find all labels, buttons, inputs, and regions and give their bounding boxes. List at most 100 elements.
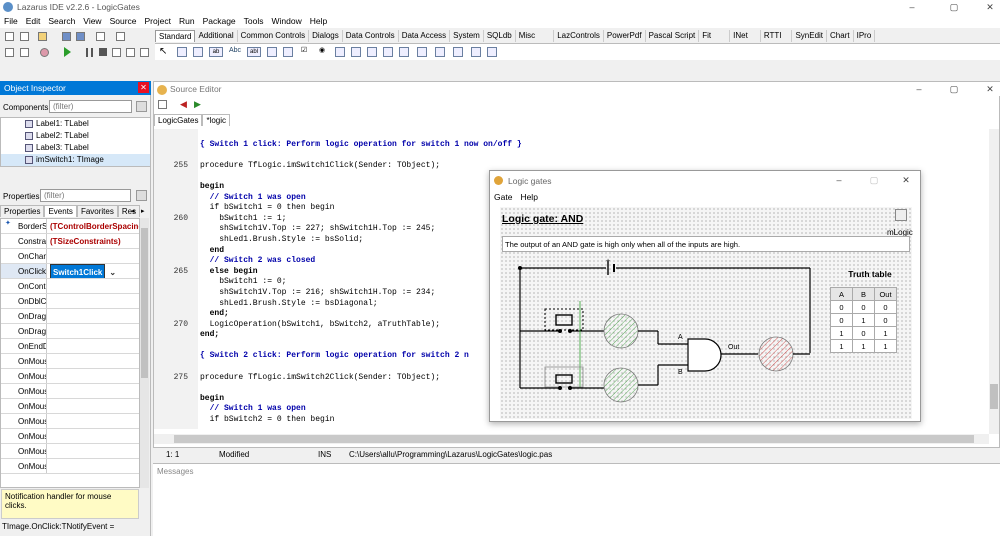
menu-gate[interactable]: Gate xyxy=(494,192,512,202)
event-value[interactable] xyxy=(47,324,139,338)
palette-tab-standard[interactable]: Standard xyxy=(155,30,196,42)
menu-help[interactable]: Help xyxy=(520,192,537,202)
list-box-icon[interactable] xyxy=(335,47,345,57)
components-filter-input[interactable]: (filter) xyxy=(49,100,132,113)
menu-window[interactable]: Window xyxy=(268,15,306,28)
palette-tab-synedit[interactable]: SynEdit xyxy=(792,30,828,42)
event-value[interactable] xyxy=(47,369,139,383)
menu-run[interactable]: Run xyxy=(175,15,199,28)
event-value[interactable] xyxy=(47,249,139,263)
close-button[interactable]: ✕ xyxy=(983,83,997,95)
open-icon[interactable] xyxy=(38,32,47,41)
palette-tab-fit[interactable]: Fit xyxy=(699,30,731,42)
event-row[interactable]: OnDragDrop xyxy=(1,309,139,324)
new-file-icon[interactable] xyxy=(5,32,14,41)
event-row[interactable]: OnMouseLeave xyxy=(1,384,139,399)
event-row[interactable]: OnDblClick xyxy=(1,294,139,309)
mainmenu-component-icon[interactable] xyxy=(895,209,907,221)
palette-tab-data-controls[interactable]: Data Controls xyxy=(343,30,399,42)
menu-edit[interactable]: Edit xyxy=(22,15,45,28)
group-box-icon[interactable] xyxy=(383,47,393,57)
step-over-icon[interactable] xyxy=(126,48,135,57)
event-row[interactable]: OnMouseWheelDown xyxy=(1,444,139,459)
checkgroup-icon[interactable] xyxy=(417,47,427,57)
toggle-box-icon[interactable] xyxy=(283,47,293,57)
jump-list-icon[interactable] xyxy=(158,100,167,109)
palette-tab-powerpdf[interactable]: PowerPdf xyxy=(604,30,646,42)
view-units-icon[interactable] xyxy=(116,32,125,41)
scroll-bar-icon[interactable] xyxy=(367,47,377,57)
forward-icon[interactable]: ▶ xyxy=(194,99,201,110)
event-row[interactable]: OnMouseMove xyxy=(1,399,139,414)
tab-properties[interactable]: Properties xyxy=(0,205,45,217)
menu-source[interactable]: Source xyxy=(106,15,141,28)
event-row[interactable]: OnMouseDown xyxy=(1,354,139,369)
menu-project[interactable]: Project xyxy=(141,15,175,28)
palette-tab-system[interactable]: System xyxy=(450,30,484,42)
event-value[interactable] xyxy=(47,339,139,353)
static-text-icon[interactable] xyxy=(487,47,497,57)
view-forms-icon[interactable] xyxy=(5,48,14,57)
tree-item-imswitch1[interactable]: imSwitch1: TImage xyxy=(1,154,150,166)
event-row[interactable]: OnMouseWheel xyxy=(1,429,139,444)
event-row[interactable]: OnDragOver xyxy=(1,324,139,339)
properties-filter-input[interactable]: (filter) xyxy=(40,189,131,202)
chevron-down-icon[interactable]: ⌄ xyxy=(109,268,116,277)
event-value[interactable] xyxy=(47,414,139,428)
event-row[interactable]: OnEndDrag xyxy=(1,339,139,354)
step-into-icon[interactable] xyxy=(112,48,121,57)
new-form-icon[interactable] xyxy=(20,32,29,41)
run-icon[interactable] xyxy=(64,47,71,57)
pause-icon[interactable] xyxy=(86,48,93,57)
tree-item-label3[interactable]: Label3: TLabel xyxy=(1,142,150,154)
toggle-form-icon[interactable] xyxy=(96,32,105,41)
tab-restricted[interactable]: Res xyxy=(117,205,141,217)
close-icon[interactable]: ✕ xyxy=(138,82,149,93)
minimize-button[interactable]: – xyxy=(912,83,926,95)
event-row[interactable]: OnMouseWheelUp xyxy=(1,459,139,474)
event-value[interactable] xyxy=(47,429,139,443)
minimize-button[interactable]: – xyxy=(832,174,846,186)
grid-scrollbar[interactable] xyxy=(140,218,149,488)
event-value[interactable] xyxy=(47,354,139,368)
back-icon[interactable]: ◀ xyxy=(180,99,187,110)
menu-view[interactable]: View xyxy=(79,15,105,28)
filter-clear-icon[interactable] xyxy=(136,190,147,201)
event-value[interactable] xyxy=(47,444,139,458)
event-row[interactable]: OnMouseEnter xyxy=(1,369,139,384)
event-value[interactable] xyxy=(47,459,139,473)
palette-tab-pascal-script[interactable]: Pascal Script xyxy=(646,30,700,42)
event-row[interactable]: OnChangeBounds xyxy=(1,249,139,264)
palette-tab-data-access[interactable]: Data Access xyxy=(399,30,451,42)
save-icon[interactable] xyxy=(62,32,71,41)
memo-icon[interactable] xyxy=(267,47,277,57)
palette-tab-misc[interactable]: Misc xyxy=(516,30,555,42)
event-row[interactable]: Constraints(TSizeConstraints) xyxy=(1,234,139,249)
event-value[interactable] xyxy=(47,384,139,398)
tab-favorites[interactable]: Favorites xyxy=(76,205,118,217)
close-button[interactable]: ✕ xyxy=(899,174,913,186)
tree-item-label1[interactable]: Label1: TLabel xyxy=(1,118,150,130)
save-all-icon[interactable] xyxy=(76,32,85,41)
palette-tab-lazcontrols[interactable]: LazControls xyxy=(554,30,604,42)
filter-clear-icon[interactable] xyxy=(136,101,147,112)
radio-group-icon[interactable] xyxy=(399,47,409,57)
palette-tab-dialogs[interactable]: Dialogs xyxy=(309,30,343,42)
event-value[interactable] xyxy=(47,309,139,323)
maximize-button[interactable]: ▢ xyxy=(947,1,961,13)
combo-box-icon[interactable] xyxy=(351,47,361,57)
pointer-icon[interactable]: ↖ xyxy=(159,46,167,57)
event-row[interactable]: ✦ OnClick Switch1Click ⌄ xyxy=(1,220,139,279)
tab-logic[interactable]: *logic xyxy=(202,114,231,126)
event-value[interactable]: (TControlBorderSpacing) xyxy=(47,219,139,233)
tab-scroll-right-icon[interactable]: ▸ xyxy=(141,207,145,215)
edit-icon[interactable]: abl xyxy=(247,47,261,57)
project-icon[interactable] xyxy=(20,48,29,57)
change-mode-icon[interactable] xyxy=(40,48,49,57)
event-value[interactable]: Switch1Click ⌄ xyxy=(47,264,139,278)
event-row[interactable]: OnContextPopup xyxy=(1,279,139,294)
palette-tab-additional[interactable]: Additional xyxy=(195,30,238,42)
panel-icon[interactable] xyxy=(435,47,445,57)
popup-menu-icon[interactable] xyxy=(193,47,203,57)
event-value[interactable] xyxy=(47,399,139,413)
